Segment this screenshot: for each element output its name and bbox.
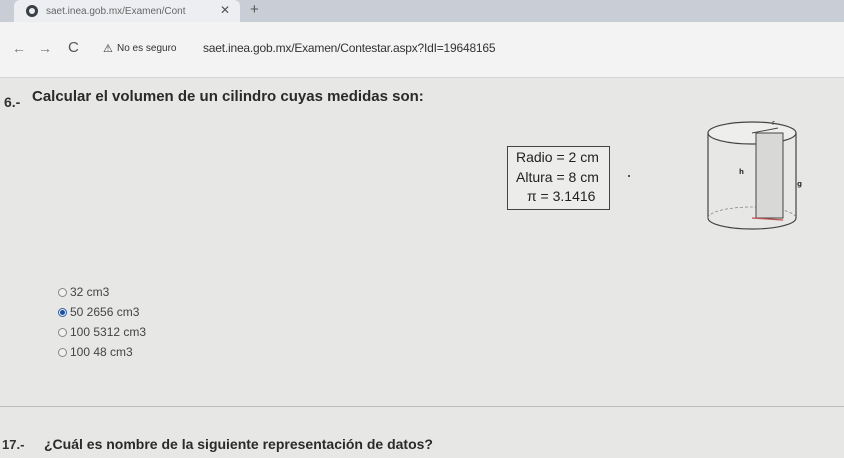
- forward-button[interactable]: →: [38, 40, 52, 56]
- question-divider: [0, 406, 844, 407]
- answer-options: 32 cm3 50 2656 cm3 100 5312 cm3 100 48 c…: [58, 282, 146, 362]
- option-label: 100 5312 cm3: [70, 325, 147, 339]
- tab-title: saet.inea.gob.mx/Examen/Cont: [46, 5, 186, 17]
- radio-button-selected[interactable]: [58, 307, 67, 317]
- answer-option-3[interactable]: 100 5312 cm3: [58, 322, 146, 342]
- new-tab-button[interactable]: +: [250, 1, 259, 18]
- generatrix-label: g: [797, 180, 802, 188]
- tab-close-icon[interactable]: ✕: [220, 3, 230, 17]
- site-favicon-icon: [26, 5, 38, 17]
- radio-button[interactable]: [58, 287, 67, 297]
- pi-value: π = 3.1416: [527, 188, 596, 204]
- tab-strip: saet.inea.gob.mx/Examen/Cont ✕ +: [0, 0, 844, 22]
- back-button[interactable]: ←: [12, 40, 26, 56]
- height-label: h: [739, 168, 744, 176]
- radius-label: r: [772, 119, 775, 127]
- exam-page: 6.- Calcular el volumen de un cilindro c…: [0, 78, 844, 458]
- radio-button[interactable]: [58, 327, 67, 337]
- next-question-text: ¿Cuál es nombre de la siguiente represen…: [44, 436, 433, 452]
- next-question-number: 17.-: [2, 437, 25, 452]
- security-indicator[interactable]: No es seguro: [117, 43, 176, 54]
- question-text: Calcular el volumen de un cilindro cuyas…: [32, 88, 424, 105]
- radio-button[interactable]: [58, 347, 67, 357]
- option-label: 100 48 cm3: [70, 345, 133, 359]
- address-bar[interactable]: saet.inea.gob.mx/Examen/Contestar.aspx?I…: [203, 41, 496, 55]
- browser-toolbar: ← → C ⚠ No es seguro saet.inea.gob.mx/Ex…: [0, 22, 844, 78]
- browser-tab[interactable]: saet.inea.gob.mx/Examen/Cont ✕: [14, 0, 240, 22]
- reload-button[interactable]: C: [68, 39, 79, 56]
- cylinder-figure: r h g: [707, 119, 802, 230]
- stray-dot: [628, 175, 630, 177]
- warning-icon[interactable]: ⚠: [103, 42, 113, 55]
- answer-option-2[interactable]: 50 2656 cm3: [58, 302, 146, 322]
- answer-option-1[interactable]: 32 cm3: [58, 282, 146, 302]
- option-label: 50 2656 cm3: [70, 305, 140, 319]
- question-number: 6.-: [4, 94, 21, 110]
- height-value: Altura = 8 cm: [516, 169, 599, 185]
- option-label: 32 cm3: [70, 285, 110, 299]
- radius-value: Radio = 2 cm: [516, 149, 599, 165]
- answer-option-4[interactable]: 100 48 cm3: [58, 342, 146, 362]
- data-box: Radio = 2 cm Altura = 8 cm π = 3.1416: [507, 146, 610, 210]
